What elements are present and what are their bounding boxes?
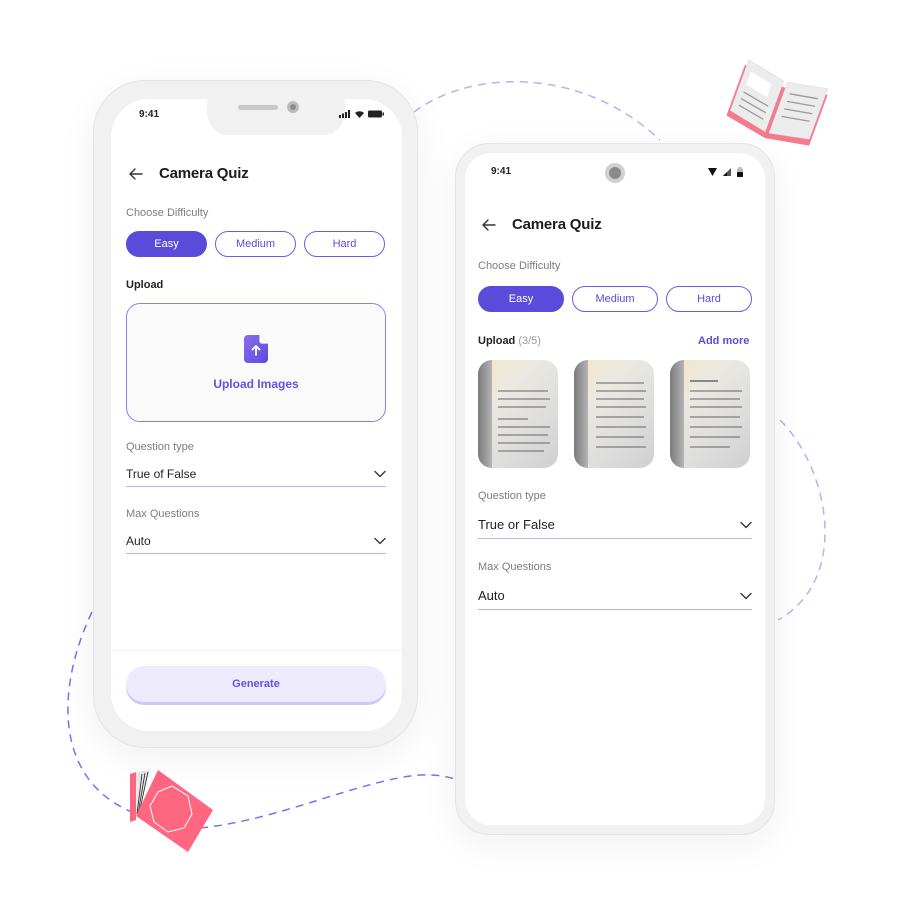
chevron-down-icon xyxy=(374,537,386,544)
difficulty-easy-button[interactable]: Easy xyxy=(126,231,207,257)
wifi-icon xyxy=(355,111,364,118)
chevron-down-icon xyxy=(374,470,386,477)
upload-images-label: Upload Images xyxy=(213,376,299,391)
status-icons xyxy=(708,167,743,177)
front-camera xyxy=(287,101,299,113)
max-questions-label: Max Questions xyxy=(478,561,552,573)
dashed-path-top xyxy=(413,80,661,141)
dashed-path-right xyxy=(777,419,826,621)
difficulty-label: Choose Difficulty xyxy=(126,207,209,219)
upload-label-text: Upload xyxy=(478,335,516,347)
max-questions-value: Auto xyxy=(478,588,505,603)
upload-count: (3/5) xyxy=(518,335,541,347)
upload-label: Upload (3/5) xyxy=(478,335,541,347)
max-questions-select[interactable]: Auto xyxy=(478,582,752,610)
difficulty-label: Choose Difficulty xyxy=(478,260,561,272)
max-questions-value: Auto xyxy=(126,533,151,548)
upload-label: Upload xyxy=(126,279,164,291)
chevron-down-icon xyxy=(740,592,752,599)
battery-icon xyxy=(737,167,743,177)
arrow-left-icon[interactable] xyxy=(129,167,143,180)
phone-android-frame: 9:41 Camera Quiz Choose Difficulty Easy … xyxy=(455,143,775,835)
page-title: Camera Quiz xyxy=(512,216,602,233)
difficulty-selector: Easy Medium Hard xyxy=(478,286,752,312)
closed-book-illustration xyxy=(130,770,213,852)
phone-ios-frame: 9:41 Camera Quiz Choose Difficulty Easy … xyxy=(93,80,418,748)
status-time: 9:41 xyxy=(491,166,512,177)
max-questions-select[interactable]: Auto xyxy=(126,528,386,554)
question-type-label: Question type xyxy=(126,441,194,453)
question-type-value: True of False xyxy=(126,466,197,481)
dashed-path-bottom-right xyxy=(199,774,459,829)
difficulty-medium-button[interactable]: Medium xyxy=(215,231,296,257)
uploaded-images xyxy=(478,360,750,468)
uploaded-image-thumbnail[interactable] xyxy=(574,360,654,468)
generate-button[interactable]: Generate xyxy=(126,666,386,702)
footer-divider xyxy=(111,650,402,651)
speaker-grille xyxy=(238,105,278,110)
phone-android-screen: 9:41 Camera Quiz Choose Difficulty Easy … xyxy=(465,153,765,825)
max-questions-label: Max Questions xyxy=(126,508,200,520)
signal-icon xyxy=(339,110,350,118)
upload-images-dropzone[interactable]: Upload Images xyxy=(126,303,386,422)
uploaded-image-thumbnail[interactable] xyxy=(478,360,558,468)
add-more-link[interactable]: Add more xyxy=(698,335,749,347)
battery-icon xyxy=(368,110,384,118)
notch xyxy=(207,99,345,135)
difficulty-hard-button[interactable]: Hard xyxy=(304,231,385,257)
open-book-illustration xyxy=(726,59,829,146)
question-type-label: Question type xyxy=(478,490,546,502)
wifi-icon xyxy=(708,168,717,176)
front-camera xyxy=(605,163,625,183)
file-upload-icon xyxy=(244,334,268,363)
question-type-value: True or False xyxy=(478,517,555,532)
page-title: Camera Quiz xyxy=(159,165,249,182)
status-time: 9:41 xyxy=(139,109,160,120)
header: Camera Quiz xyxy=(129,165,249,182)
arrow-left-icon[interactable] xyxy=(482,218,496,231)
question-type-select[interactable]: True of False xyxy=(126,461,386,487)
difficulty-medium-button[interactable]: Medium xyxy=(572,286,658,312)
chevron-down-icon xyxy=(740,521,752,528)
header: Camera Quiz xyxy=(482,216,602,233)
phone-ios-screen: 9:41 Camera Quiz Choose Difficulty Easy … xyxy=(111,99,402,731)
difficulty-hard-button[interactable]: Hard xyxy=(666,286,752,312)
signal-icon xyxy=(723,168,731,176)
status-icons xyxy=(339,110,384,118)
difficulty-easy-button[interactable]: Easy xyxy=(478,286,564,312)
difficulty-selector: Easy Medium Hard xyxy=(126,231,385,257)
question-type-select[interactable]: True or False xyxy=(478,511,752,539)
uploaded-image-thumbnail[interactable] xyxy=(670,360,750,468)
